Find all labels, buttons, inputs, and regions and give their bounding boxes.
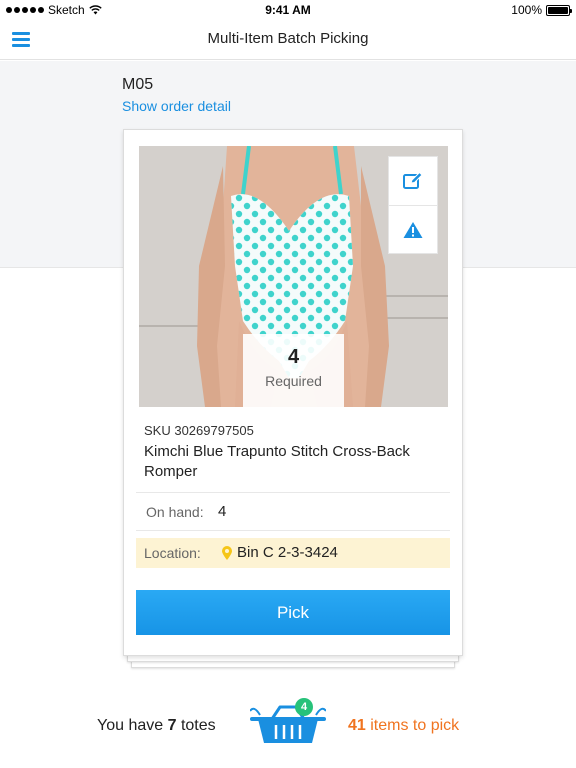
status-time: 9:41 AM [265, 3, 311, 17]
nav-bar: Multi-Item Batch Picking [0, 20, 576, 60]
basket-icon[interactable] [250, 697, 326, 747]
required-label: Required [265, 373, 322, 389]
page-title: Multi-Item Batch Picking [207, 30, 369, 47]
location-label: Location: [144, 545, 201, 561]
totes-count: 7 [167, 717, 177, 734]
product-sku: SKU 30269797505 [144, 423, 254, 438]
required-count: 4 [287, 346, 300, 368]
required-quantity-box: 4 Required [243, 334, 344, 407]
item-action-panel [388, 156, 438, 254]
show-order-detail-link[interactable]: Show order detail [122, 98, 231, 114]
divider [136, 530, 450, 531]
battery-percent: 100% [511, 3, 542, 17]
totes-suffix: totes [180, 717, 216, 734]
totes-summary: You have 7 totes [97, 717, 216, 735]
on-hand-value: 4 [218, 503, 227, 520]
location-value: Bin C 2-3-3424 [237, 544, 338, 561]
pick-item-card: 4 Required SKU 30269797505 Kimchi Blue T… [123, 129, 463, 656]
order-id: M05 [122, 76, 154, 93]
status-right: 100% [511, 3, 572, 17]
on-hand-label: On hand: [146, 504, 204, 520]
divider [136, 492, 450, 493]
totes-prefix: You have [97, 717, 164, 734]
items-to-pick-summary: 41 items to pick [348, 717, 459, 735]
location-row: Location: Bin C 2-3-3424 [136, 538, 450, 568]
pick-button[interactable]: Pick [136, 590, 450, 635]
warning-icon[interactable] [389, 205, 437, 253]
items-suffix: items to pick [370, 717, 460, 734]
location-pin-icon [222, 546, 232, 560]
product-name: Kimchi Blue Trapunto Stitch Cross-Back R… [144, 443, 410, 480]
items-count: 41 [348, 717, 366, 734]
status-bar: Sketch 9:41 AM 100% [0, 0, 576, 20]
battery-icon [546, 4, 572, 16]
product-image: 4 Required [139, 146, 448, 407]
edit-icon[interactable] [389, 157, 437, 205]
basket-count-badge: 4 [295, 698, 313, 716]
